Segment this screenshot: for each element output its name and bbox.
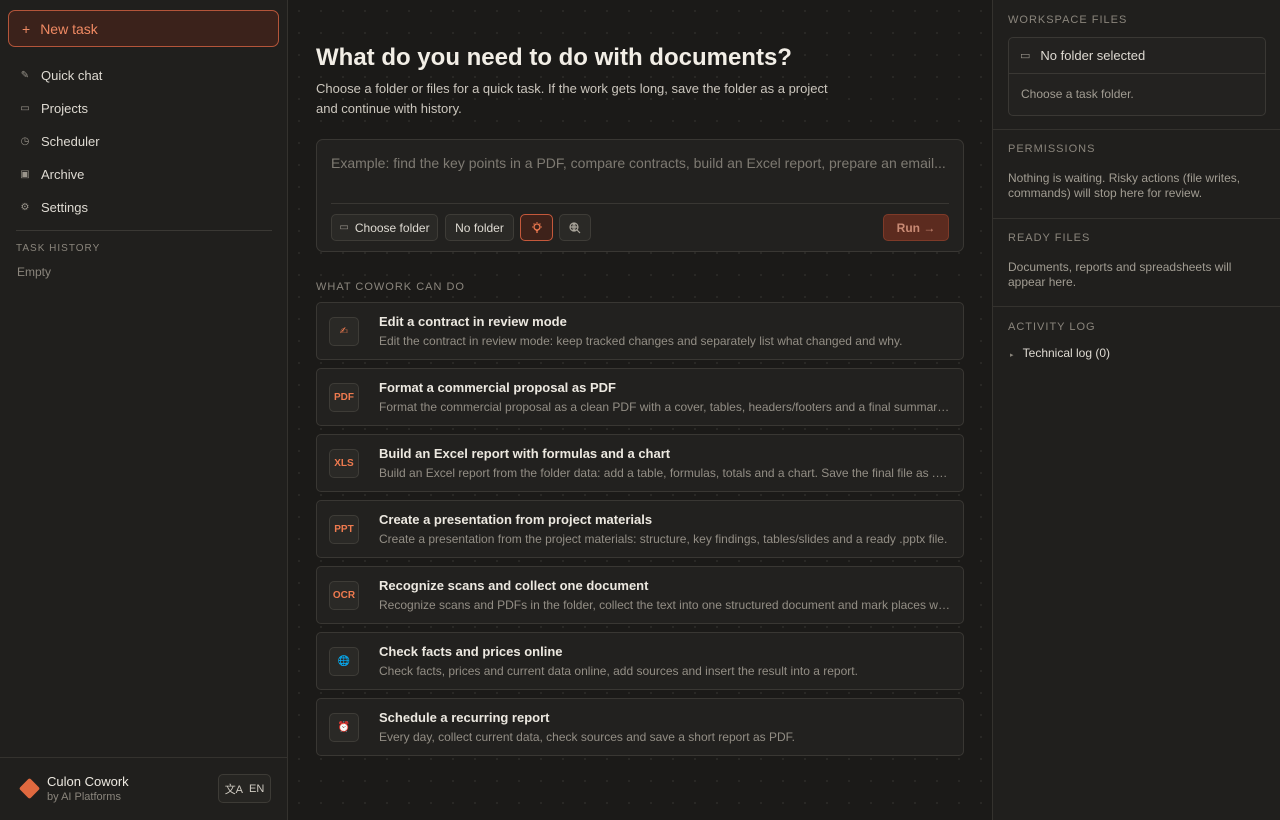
ppt-icon: PPT xyxy=(329,515,359,544)
sidebar-item-scheduler[interactable]: ◷ Scheduler xyxy=(0,125,288,158)
no-folder-button[interactable]: No folder xyxy=(445,214,514,241)
capability-card-format-pdf[interactable]: PDF Format a commercial proposal as PDF … xyxy=(316,368,964,426)
new-task-label: New task xyxy=(40,20,98,37)
sidebar-item-label: Quick chat xyxy=(41,68,103,83)
capability-card-excel-report[interactable]: XLS Build an Excel report with formulas … xyxy=(316,434,964,492)
lightbulb-icon xyxy=(531,221,542,233)
card-description: Check facts, prices and current data onl… xyxy=(379,664,858,678)
gear-icon: ⚙ xyxy=(20,202,30,213)
task-history-heading: TASK HISTORY xyxy=(16,243,101,254)
pdf-icon: PDF xyxy=(329,383,359,412)
composer-divider xyxy=(331,203,949,204)
sidebar-item-label: Scheduler xyxy=(41,134,100,149)
card-description: Recognize scans and PDFs in the folder, … xyxy=(379,598,951,612)
task-input[interactable]: Example: find the key points in a PDF, c… xyxy=(331,155,949,171)
web-search-toggle-button[interactable] xyxy=(559,214,591,241)
capability-card-fact-check[interactable]: 🌐 Check facts and prices online Check fa… xyxy=(316,632,964,690)
capability-card-edit-contract[interactable]: ✍ Edit a contract in review mode Edit th… xyxy=(316,302,964,360)
ready-files-heading: READY FILES xyxy=(1008,232,1091,244)
card-description: Build an Excel report from the folder da… xyxy=(379,466,951,480)
card-title: Edit a contract in review mode xyxy=(379,314,567,329)
permissions-text: Nothing is waiting. Risky actions (file … xyxy=(1008,171,1241,200)
panel-divider xyxy=(993,218,1280,219)
sidebar-divider xyxy=(16,230,272,231)
card-title: Schedule a recurring report xyxy=(379,710,550,725)
right-panel: WORKSPACE FILES ▭ No folder selected Cho… xyxy=(992,0,1280,820)
sidebar-item-label: Archive xyxy=(41,167,85,182)
main-content: What do you need to do with documents? C… xyxy=(288,0,992,820)
translate-icon: 文A xyxy=(224,783,244,796)
workspace-files-heading: WORKSPACE FILES xyxy=(1008,14,1128,26)
globe-icon: 🌐 xyxy=(329,647,359,676)
folder-icon: ▭ xyxy=(20,103,30,114)
sidebar: + New task ✎ Quick chat ▭ Projects ◷ Sch… xyxy=(0,0,288,820)
card-title: Recognize scans and collect one document xyxy=(379,578,649,593)
page-subtitle: Choose a folder or files for a quick tas… xyxy=(316,81,828,116)
brand-subtitle: by AI Platforms xyxy=(47,791,121,803)
task-composer: Example: find the key points in a PDF, c… xyxy=(316,139,964,252)
card-title: Create a presentation from project mater… xyxy=(379,512,653,527)
sidebar-nav: ✎ Quick chat ▭ Projects ◷ Scheduler ▣ Ar… xyxy=(0,59,288,224)
idea-toggle-button[interactable] xyxy=(520,214,553,241)
ready-files-text: Documents, reports and spreadsheets will… xyxy=(1008,260,1232,289)
clock-icon: ◷ xyxy=(20,136,30,147)
choose-folder-button[interactable]: ▭ Choose folder xyxy=(331,214,438,241)
new-task-button[interactable]: + New task xyxy=(8,10,279,47)
card-title: Format a commercial proposal as PDF xyxy=(379,380,616,395)
capability-card-recurring-report[interactable]: ⏰ Schedule a recurring report Every day,… xyxy=(316,698,964,756)
sidebar-footer-divider xyxy=(0,757,288,758)
card-description: Edit the contract in review mode: keep t… xyxy=(379,334,903,348)
folder-icon: ▭ xyxy=(1020,50,1031,62)
web-search-icon xyxy=(569,221,581,233)
selected-folder-label: No folder selected xyxy=(1040,48,1146,63)
capabilities-heading: WHAT COWORK CAN DO xyxy=(316,281,465,293)
folder-icon: ▭ xyxy=(339,222,349,233)
writing-hand-icon: ✍ xyxy=(329,317,359,346)
card-title: Build an Excel report with formulas and … xyxy=(379,446,671,461)
workspace-folder-box: ▭ No folder selected Choose a task folde… xyxy=(1008,37,1266,116)
pencil-icon: ✎ xyxy=(20,70,30,81)
card-description: Create a presentation from the project m… xyxy=(379,532,948,546)
capability-card-presentation[interactable]: PPT Create a presentation from project m… xyxy=(316,500,964,558)
sidebar-item-archive[interactable]: ▣ Archive xyxy=(0,158,288,191)
card-description: Format the commercial proposal as a clea… xyxy=(379,400,951,414)
panel-divider xyxy=(993,129,1280,130)
caret-right-icon: ▸ xyxy=(1010,352,1014,359)
sidebar-item-label: Settings xyxy=(41,200,88,215)
xls-icon: XLS xyxy=(329,449,359,478)
ocr-icon: OCR xyxy=(329,581,359,610)
sidebar-item-settings[interactable]: ⚙ Settings xyxy=(0,191,288,224)
permissions-heading: PERMISSIONS xyxy=(1008,143,1096,155)
choose-folder-label: Choose folder xyxy=(354,220,430,235)
selected-folder[interactable]: ▭ No folder selected xyxy=(1009,38,1265,74)
technical-log-label: Technical log (0) xyxy=(1022,346,1111,360)
run-button[interactable]: Run → xyxy=(883,214,949,241)
archive-icon: ▣ xyxy=(20,169,30,180)
language-button[interactable]: 文A EN xyxy=(218,774,271,803)
language-label: EN xyxy=(249,782,265,795)
brand-name: Culon Cowork xyxy=(47,774,129,789)
panel-divider xyxy=(993,306,1280,307)
task-history-empty: Empty xyxy=(17,265,52,279)
page-title: What do you need to do with documents? xyxy=(316,44,792,71)
capability-card-ocr[interactable]: OCR Recognize scans and collect one docu… xyxy=(316,566,964,624)
activity-log-heading: ACTIVITY LOG xyxy=(1008,321,1096,333)
brand-logo-icon xyxy=(18,777,41,800)
capability-list: ✍ Edit a contract in review mode Edit th… xyxy=(316,302,964,764)
plus-icon: + xyxy=(22,20,31,37)
technical-log-toggle[interactable]: ▸ Technical log (0) xyxy=(1010,346,1110,360)
folder-hint: Choose a task folder. xyxy=(1021,87,1134,101)
sidebar-item-label: Projects xyxy=(41,101,88,116)
sidebar-item-projects[interactable]: ▭ Projects xyxy=(0,92,288,125)
card-title: Check facts and prices online xyxy=(379,644,563,659)
sidebar-item-quick-chat[interactable]: ✎ Quick chat xyxy=(0,59,288,92)
card-description: Every day, collect current data, check s… xyxy=(379,730,795,744)
alarm-clock-icon: ⏰ xyxy=(329,713,359,742)
